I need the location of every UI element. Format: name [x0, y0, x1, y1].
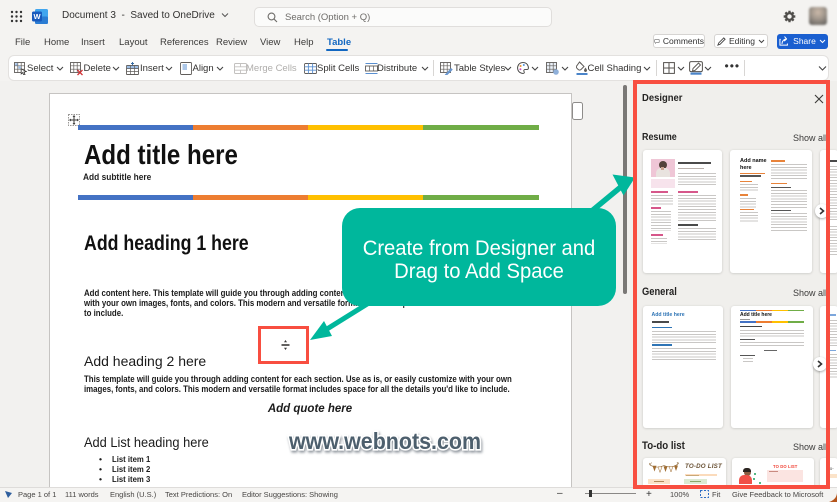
- svg-text:W: W: [33, 12, 41, 21]
- svg-text:www.webnots.com: www.webnots.com: [288, 428, 481, 454]
